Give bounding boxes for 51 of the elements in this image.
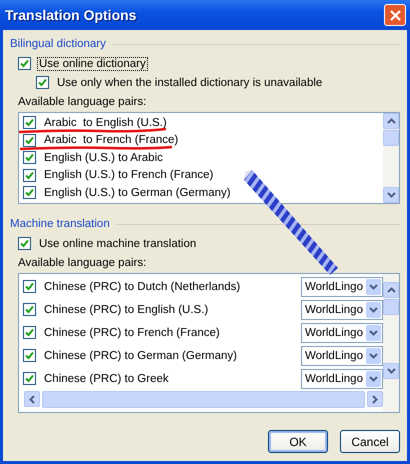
checkbox[interactable] [23, 168, 36, 182]
checkbox[interactable] [23, 151, 36, 164]
checkbox[interactable] [23, 116, 36, 130]
checkbox-label[interactable]: Use only when the installed dictionary is unavailable [55, 76, 324, 90]
dialog-button[interactable]: OK [268, 430, 328, 453]
scroll-up-icon[interactable] [386, 118, 396, 124]
language-pair[interactable]: English (U.S.) to French (France) [44, 169, 214, 182]
scroll-down-icon[interactable] [386, 192, 396, 198]
section-heading: Bilingual dictionary [10, 38, 106, 50]
language-pair[interactable]: Arabic to English (U.S.) [44, 116, 167, 129]
language-pair[interactable]: English (U.S.) to German (Germany) [44, 186, 231, 199]
scroll-right-icon[interactable] [372, 394, 378, 404]
window-title: Translation Options [5, 7, 136, 23]
checkbox[interactable] [18, 237, 31, 250]
checkbox[interactable] [23, 280, 36, 293]
vertical-scrollbar[interactable] [383, 274, 399, 412]
language-pair[interactable]: Chinese (PRC) to Greek [44, 372, 293, 384]
language-pair[interactable]: Chinese (PRC) to French (France) [44, 326, 293, 338]
checkbox[interactable] [18, 57, 31, 70]
scroll-down-icon[interactable] [386, 368, 396, 374]
checkbox[interactable] [23, 186, 36, 200]
checkbox[interactable] [23, 303, 36, 316]
close-button[interactable] [384, 4, 406, 26]
language-pair[interactable]: Chinese (PRC) to English (U.S.) [44, 304, 293, 316]
service-dropdown[interactable]: WorldLingo [301, 300, 383, 320]
close-icon [390, 10, 400, 20]
language-pair[interactable]: English (U.S.) to Arabic [44, 152, 163, 164]
checkbox[interactable] [23, 372, 36, 385]
scroll-thumb[interactable] [383, 299, 399, 315]
list-label: Available language pairs: [17, 257, 148, 271]
service-dropdown[interactable]: WorldLingo [301, 322, 383, 342]
section-heading: Machine translation [10, 218, 110, 230]
checkbox-label[interactable]: Use online dictionary [37, 56, 148, 70]
list-label: Available language pairs: [17, 96, 148, 110]
language-pair[interactable]: Arabic to French (France) [44, 134, 178, 146]
service-dropdown[interactable]: WorldLingo [301, 276, 383, 296]
checkbox[interactable] [36, 76, 49, 89]
language-pair[interactable]: Chinese (PRC) to German (Germany) [44, 350, 293, 362]
scroll-left-icon[interactable] [29, 394, 35, 404]
vertical-scrollbar[interactable] [383, 113, 399, 203]
checkbox[interactable] [23, 349, 36, 362]
language-pair[interactable]: Chinese (PRC) to Dutch (Netherlands) [44, 280, 293, 292]
checkbox[interactable] [23, 134, 36, 147]
checkbox[interactable] [23, 326, 36, 339]
checkbox-label[interactable]: Use online machine translation [37, 236, 198, 250]
service-dropdown[interactable]: WorldLingo [301, 346, 383, 366]
scroll-thumb[interactable] [383, 130, 399, 146]
service-dropdown[interactable]: WorldLingo [301, 368, 383, 388]
dialog-button[interactable]: Cancel [340, 430, 400, 453]
scroll-up-icon[interactable] [386, 287, 396, 293]
scroll-thumb[interactable] [42, 391, 365, 408]
